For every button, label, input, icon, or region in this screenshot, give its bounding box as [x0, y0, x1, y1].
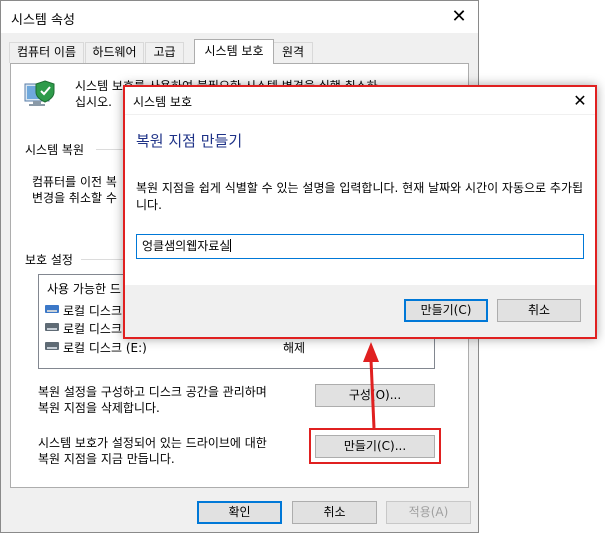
- arrow-shaft: [369, 359, 376, 429]
- annotation-arrow: [363, 342, 379, 429]
- arrow-head: [363, 342, 379, 362]
